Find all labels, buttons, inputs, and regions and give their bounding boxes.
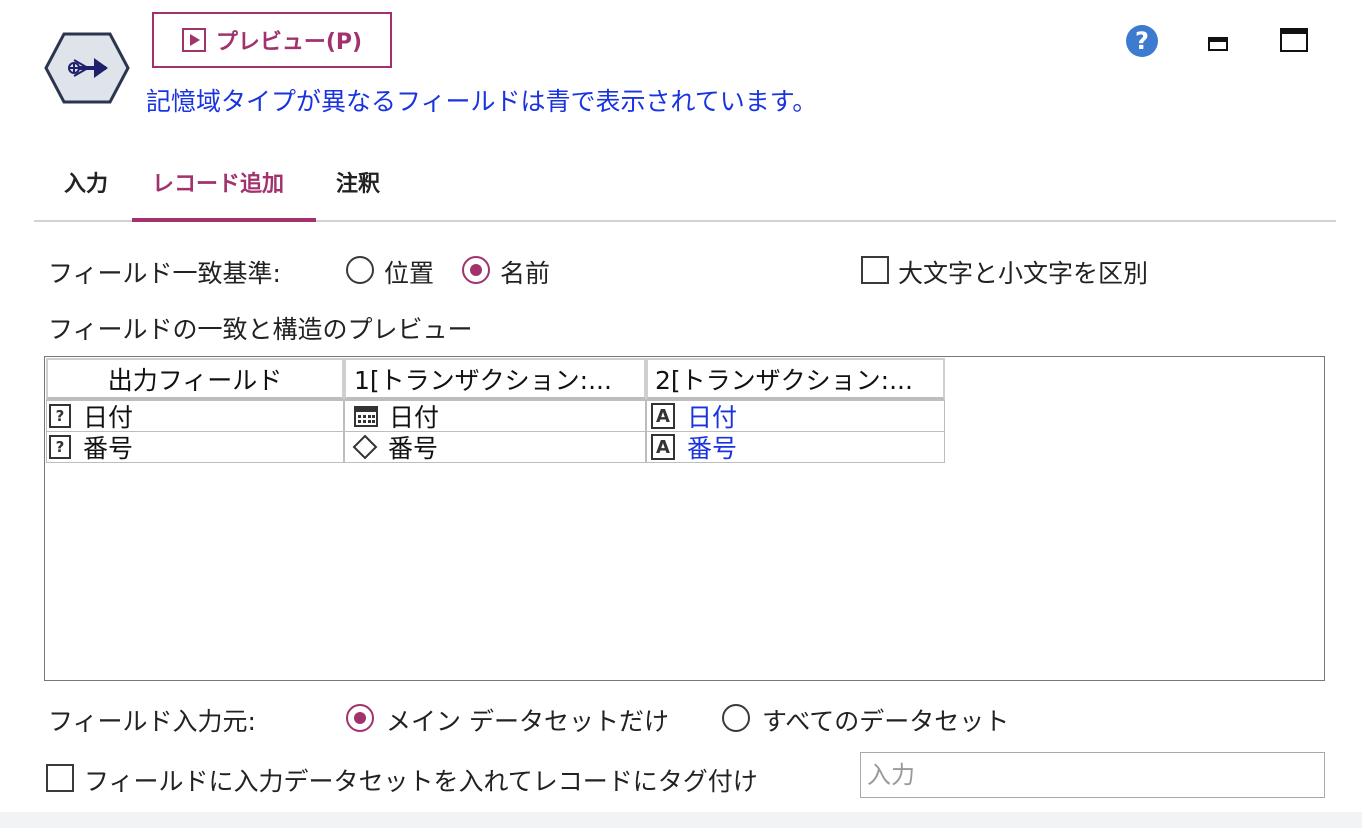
- case-sensitive-checkbox[interactable]: [861, 256, 889, 284]
- all-datasets-radio[interactable]: [722, 704, 750, 732]
- minimize-icon[interactable]: [1208, 37, 1228, 51]
- match-by-label: フィールド一致基準:: [48, 259, 281, 288]
- table-row-2-source-1[interactable]: 番号: [344, 431, 646, 463]
- play-icon: [181, 28, 206, 52]
- table-row-2-output[interactable]: ? 番号: [46, 431, 344, 463]
- help-icon[interactable]: ?: [1126, 25, 1158, 57]
- table-row-2-source-2[interactable]: A 番号: [646, 431, 945, 463]
- field-source-label: フィールド入力元:: [48, 707, 256, 736]
- field-match-preview-table[interactable]: 出力フィールド 1[トランザクション:... 2[トランザクション:... ? …: [44, 356, 1325, 681]
- tag-field-name-input[interactable]: [860, 752, 1325, 798]
- preview-section-label: フィールドの一致と構造のプレビュー: [48, 315, 473, 344]
- maximize-icon[interactable]: [1280, 28, 1308, 52]
- main-dataset-only-radio[interactable]: [346, 704, 374, 732]
- table-row-1-source-2[interactable]: A 日付: [646, 400, 945, 432]
- table-row-1-source-1[interactable]: 日付: [344, 400, 646, 432]
- tab-append-records[interactable]: レコード追加: [152, 166, 284, 198]
- tag-records-checkbox[interactable]: [46, 764, 74, 792]
- string-type-icon: A: [651, 403, 675, 429]
- string-type-icon: A: [651, 434, 675, 460]
- column-header-output[interactable]: 出力フィールド: [46, 358, 344, 400]
- tab-input[interactable]: 入力: [64, 166, 108, 198]
- preview-button-label: プレビュー(P): [215, 30, 363, 55]
- calendar-icon: [354, 406, 378, 427]
- column-header-source-1[interactable]: 1[トランザクション:...: [344, 358, 646, 400]
- match-by-position-radio[interactable]: [346, 256, 374, 284]
- table-row-1-output[interactable]: ? 日付: [46, 400, 344, 432]
- preview-button[interactable]: プレビュー(P): [152, 12, 392, 68]
- main-dataset-only-label: メイン データセットだけ: [386, 707, 669, 736]
- case-sensitive-label: 大文字と小文字を区別: [898, 259, 1149, 288]
- unknown-type-icon: ?: [49, 435, 71, 459]
- active-tab-indicator: [132, 218, 316, 222]
- match-by-position-label: 位置: [384, 259, 435, 288]
- match-by-name-radio[interactable]: [462, 256, 490, 284]
- match-by-name-label: 名前: [500, 259, 551, 288]
- unknown-type-icon: ?: [49, 404, 71, 428]
- append-node-icon: [44, 30, 130, 106]
- all-datasets-label: すべてのデータセット: [762, 707, 1010, 736]
- tag-records-label: フィールドに入力データセットを入れてレコードにタグ付け: [84, 767, 758, 796]
- diamond-icon: [352, 434, 378, 460]
- storage-type-info-message: 記憶域タイプが異なるフィールドは青で表示されています。: [146, 87, 818, 116]
- column-header-source-2[interactable]: 2[トランザクション:...: [646, 358, 945, 400]
- footer-strip: [0, 812, 1362, 828]
- tab-annotations[interactable]: 注釈: [336, 166, 380, 198]
